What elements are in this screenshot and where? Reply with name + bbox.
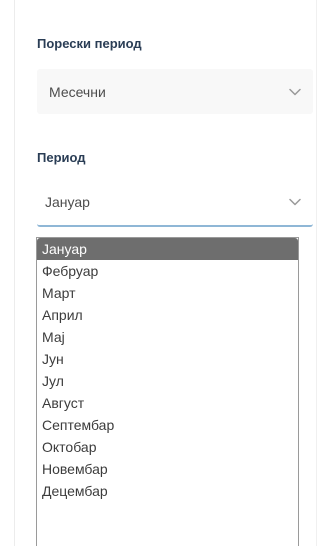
period-select[interactable]: Јануар (37, 179, 313, 227)
period-option[interactable]: Јул (37, 370, 298, 392)
period-option[interactable]: Септембар (37, 414, 298, 436)
period-option[interactable]: Август (37, 392, 298, 414)
period-option[interactable]: Децембар (37, 480, 298, 502)
period-option[interactable]: Март (37, 282, 298, 304)
tax-period-value: Месечни (49, 83, 106, 100)
period-option[interactable]: Новембар (37, 458, 298, 480)
period-option[interactable]: Јун (37, 348, 298, 370)
period-dropdown-list[interactable]: Јануар Фебруар Март Април Мај Јун Јул Ав… (36, 237, 299, 546)
period-option[interactable]: Фебруар (37, 260, 298, 282)
tax-period-select[interactable]: Месечни (37, 69, 313, 114)
period-option[interactable]: Мај (37, 326, 298, 348)
period-option[interactable]: Април (37, 304, 298, 326)
period-value: Јануар (45, 194, 90, 210)
tax-period-label: Порески период (37, 36, 142, 51)
chevron-down-icon (289, 198, 301, 206)
chevron-down-icon (289, 88, 301, 95)
period-label: Период (37, 150, 86, 165)
period-option-selected[interactable]: Јануар (37, 238, 298, 260)
period-option[interactable]: Октобар (37, 436, 298, 458)
